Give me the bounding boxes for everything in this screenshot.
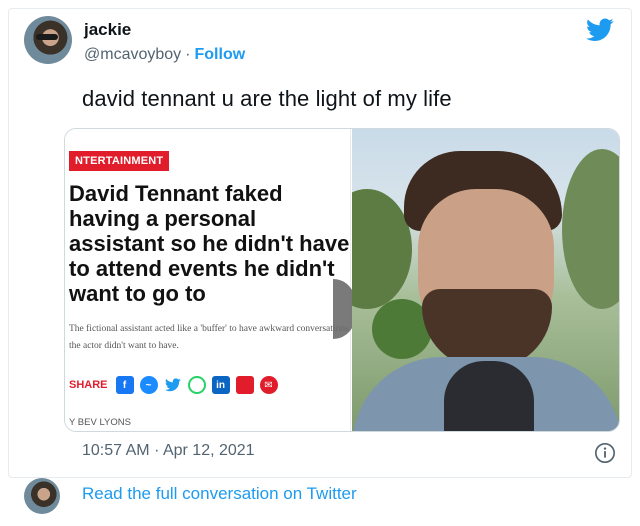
- whatsapp-icon: [187, 376, 206, 394]
- tweet-text: david tennant u are the light of my life: [82, 86, 452, 111]
- article-screenshot: NTERTAINMENT David Tennant faked having …: [65, 129, 355, 431]
- share-label: SHARE: [69, 379, 108, 391]
- linkedin-icon: in: [211, 376, 230, 394]
- article-byline: Y BEV LYONS: [69, 417, 131, 428]
- author-name[interactable]: jackie: [84, 20, 131, 40]
- handle-separator: ·: [185, 46, 191, 63]
- tweet-date[interactable]: Apr 12, 2021: [163, 442, 255, 459]
- read-conversation-link[interactable]: Read the full conversation on Twitter: [82, 484, 357, 504]
- email-icon: ✉: [259, 376, 278, 394]
- messenger-icon: ~: [139, 376, 158, 394]
- category-badge: NTERTAINMENT: [69, 151, 170, 171]
- flipboard-icon: [235, 376, 254, 394]
- tweet-timestamp[interactable]: 10:57 AM · Apr 12, 2021: [82, 442, 255, 460]
- twitter-small-icon: [163, 376, 182, 394]
- author-handle[interactable]: @mcavoyboy: [84, 46, 181, 63]
- date-separator: ·: [154, 442, 160, 459]
- share-row: SHARE f ~ in ✉: [69, 375, 278, 395]
- footer-avatar: [24, 478, 60, 514]
- author-handle-row: @mcavoyboy · Follow: [84, 46, 245, 64]
- tweet-media-image[interactable]: NTERTAINMENT David Tennant faked having …: [64, 128, 620, 432]
- facebook-icon: f: [115, 376, 134, 394]
- author-avatar[interactable]: [24, 16, 72, 64]
- follow-button[interactable]: Follow: [195, 46, 246, 63]
- article-subtext: The fictional assistant acted like a 'bu…: [69, 324, 349, 351]
- tweet-time[interactable]: 10:57 AM: [82, 442, 150, 459]
- twitter-bird-icon[interactable]: [586, 18, 614, 42]
- info-icon[interactable]: [594, 442, 616, 464]
- selfie-photo: [352, 129, 619, 431]
- article-headline: David Tennant faked having a personal as…: [69, 181, 350, 306]
